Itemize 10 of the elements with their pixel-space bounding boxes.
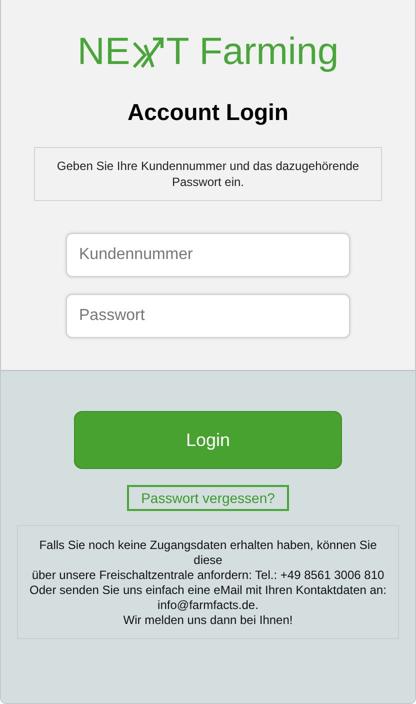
input-field[interactable]: Kundennummer: [66, 233, 350, 277]
forgot-password-link[interactable]: Passwort vergessen?: [127, 485, 289, 511]
page-title: Account Login: [128, 98, 288, 126]
logo-text: T Farming: [166, 32, 339, 72]
input-field[interactable]: Passwort: [66, 294, 350, 338]
instructions-box: Geben Sie Ihre Kundennummer und das dazugehörende Passwort ein.: [34, 147, 382, 201]
logo-text: NE: [77, 32, 130, 72]
arrow-x-icon: [131, 35, 166, 69]
contact-info-text: Falls Sie noch keine Zugangsdaten erhalten haben, können Sie diese über unsere Freischaltzentrale anfordern: Tel.: +49 8561 3006 810 Oder senden Sie uns einfach eine eMail mit Ihren Kontaktdaten an: info@farmfacts.de. Wir melden uns dann bei Ihnen!: [17, 525, 399, 639]
login-button[interactable]: Login: [74, 411, 342, 469]
